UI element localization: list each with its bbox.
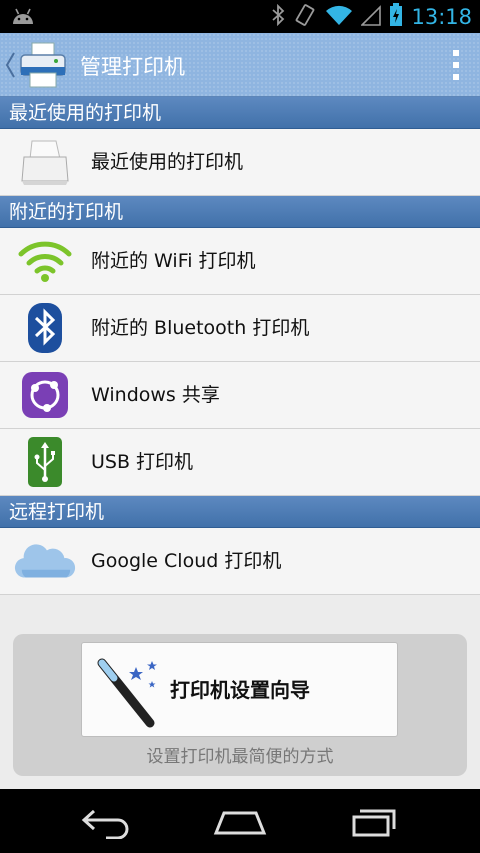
share-icon	[14, 368, 76, 422]
bluetooth-icon	[271, 3, 285, 30]
wizard-hint: 设置打印机最简便的方式	[146, 747, 334, 767]
bluetooth-icon	[14, 301, 76, 355]
action-bar: 管理打印机	[0, 33, 480, 97]
list-item-recent-printer[interactable]: 最近使用的打印机	[0, 129, 480, 196]
battery-icon	[389, 2, 403, 31]
status-bar: 13:18	[0, 0, 480, 33]
section-header-nearby: 附近的打印机	[0, 196, 480, 228]
magic-wand-icon	[94, 657, 164, 729]
section-header-recent: 最近使用的打印机	[0, 97, 480, 129]
status-time: 13:18	[411, 4, 472, 29]
list-item-label: USB 打印机	[91, 451, 194, 473]
list-item-usb-printer[interactable]: USB 打印机	[0, 429, 480, 496]
navigation-bar	[0, 789, 480, 853]
printer-app-icon[interactable]	[18, 41, 68, 89]
list-item-label: Google Cloud 打印机	[91, 550, 282, 572]
printer-icon	[14, 135, 76, 189]
list-item-bluetooth-printer[interactable]: 附近的 Bluetooth 打印机	[0, 295, 480, 362]
list-item-label: 附近的 Bluetooth 打印机	[91, 317, 310, 339]
chevron-left-icon[interactable]	[4, 51, 16, 85]
cloud-icon	[14, 534, 76, 588]
list-item-label: 附近的 WiFi 打印机	[91, 250, 256, 272]
list-item-windows-share[interactable]: Windows 共享	[0, 362, 480, 429]
wizard-card: 打印机设置向导 设置打印机最简便的方式	[13, 634, 467, 776]
home-icon[interactable]	[210, 803, 270, 839]
recents-icon[interactable]	[344, 803, 404, 839]
usb-icon	[14, 435, 76, 489]
section-header-remote: 远程打印机	[0, 496, 480, 528]
list-item-label: 最近使用的打印机	[91, 151, 244, 173]
wizard-button-label: 打印机设置向导	[170, 678, 310, 702]
back-icon[interactable]	[76, 803, 136, 840]
printer-setup-wizard-button[interactable]: 打印机设置向导	[81, 642, 398, 737]
signal-icon	[360, 4, 382, 30]
printer-list: 最近使用的打印机 最近使用的打印机 附近的打印机 附近的 WiFi 打印机 附近…	[0, 97, 480, 595]
page-title: 管理打印机	[80, 55, 185, 79]
android-icon	[10, 6, 36, 30]
wifi-icon	[14, 234, 76, 288]
list-item-wifi-printer[interactable]: 附近的 WiFi 打印机	[0, 228, 480, 295]
list-item-label: Windows 共享	[91, 384, 220, 406]
vibrate-icon	[293, 3, 317, 31]
overflow-menu-icon[interactable]	[452, 50, 460, 80]
wifi-icon	[325, 4, 353, 30]
list-item-google-cloud-printer[interactable]: Google Cloud 打印机	[0, 528, 480, 595]
